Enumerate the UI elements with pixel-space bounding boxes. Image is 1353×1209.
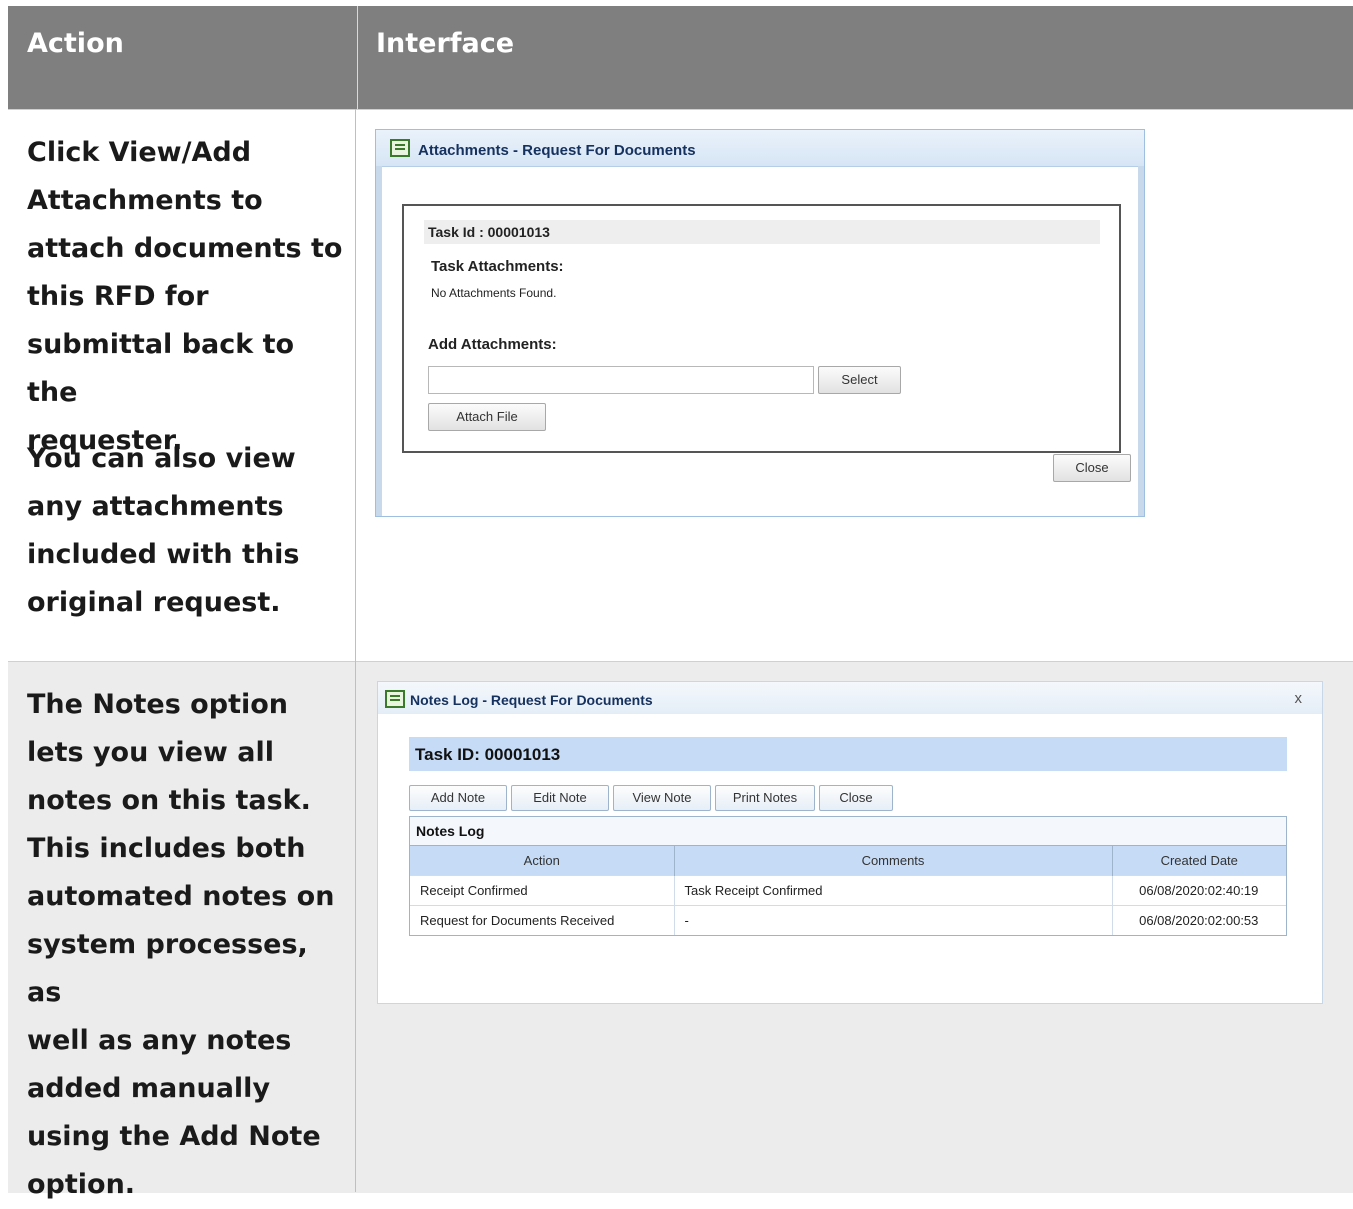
column-header-created-date[interactable]: Created Date [1112, 846, 1286, 876]
action-line: option. [27, 1169, 136, 1200]
action-line: lets you view all [27, 737, 274, 768]
action-line: attach documents to [27, 233, 343, 264]
column-header-comments[interactable]: Comments [674, 846, 1113, 876]
attach-file-button[interactable]: Attach File [428, 403, 546, 431]
header-cell-action: Action [8, 6, 355, 109]
window-icon [385, 690, 405, 708]
table-row[interactable]: Request for Documents Received - 06/08/2… [410, 905, 1286, 935]
action-line: using the Add Note [27, 1121, 321, 1152]
action-line: Click View/Add [27, 137, 252, 168]
action-line: Attachments to [27, 185, 263, 216]
action-line: this RFD for [27, 281, 209, 312]
cell-created-date: 06/08/2020:02:00:53 [1112, 905, 1286, 935]
header-interface-label: Interface [376, 28, 515, 59]
cell-created-date: 06/08/2020:02:40:19 [1112, 875, 1286, 906]
dialog-titlebar: Attachments - Request For Documents [376, 130, 1144, 167]
file-path-input[interactable] [428, 366, 814, 394]
action-line: system processes, as [27, 929, 308, 1008]
no-attachments-text: No Attachments Found. [431, 286, 557, 300]
task-id-label: Task Id : 00001013 [428, 224, 550, 240]
action-line: added manually [27, 1073, 271, 1104]
action-line: automated notes on [27, 881, 335, 912]
header-action-label: Action [27, 28, 124, 59]
cell-action: Receipt Confirmed [410, 875, 675, 906]
cell-action: Request for Documents Received [410, 905, 675, 935]
table-header: Action Interface [8, 6, 1353, 109]
task-id-label: Task ID: 00001013 [415, 745, 561, 764]
task-attachments-label: Task Attachments: [431, 258, 564, 275]
dialog-titlebar: Notes Log - Request For Documents x [378, 682, 1322, 714]
select-button[interactable]: Select [818, 366, 901, 394]
window-icon [390, 139, 410, 157]
action-line: any attachments [27, 491, 284, 522]
cell-comments: - [674, 905, 1113, 935]
task-id-bar: Task Id : 00001013 [424, 220, 1100, 244]
close-icon[interactable]: x [1295, 690, 1303, 707]
dialog-frame-right [1138, 166, 1144, 516]
column-divider [355, 109, 356, 1192]
row1-action-text-2: You can also view any attachments includ… [27, 435, 347, 627]
attachments-dialog: Attachments - Request For Documents Task… [375, 129, 1145, 517]
close-button[interactable]: Close [819, 785, 893, 811]
print-notes-button[interactable]: Print Notes [715, 785, 815, 811]
action-line: This includes both [27, 833, 306, 864]
header-cell-interface: Interface [357, 6, 1353, 109]
action-line: The Notes option [27, 689, 288, 720]
instruction-table: Action Interface Click View/Add Attachme… [8, 6, 1353, 1200]
dialog-frame-left [376, 166, 382, 516]
view-note-button[interactable]: View Note [613, 785, 711, 811]
column-header-action[interactable]: Action [410, 846, 675, 876]
dialog-title: Attachments - Request For Documents [418, 142, 696, 159]
task-id-bar: Task ID: 00001013 [409, 737, 1287, 771]
row2-action-text: The Notes option lets you view all notes… [27, 681, 347, 1209]
action-line: included with this [27, 539, 300, 570]
dialog-title: Notes Log - Request For Documents [410, 692, 653, 708]
edit-note-button[interactable]: Edit Note [511, 785, 609, 811]
action-line: submittal back to the [27, 329, 295, 408]
notes-log-dialog: Notes Log - Request For Documents x Task… [377, 681, 1323, 1004]
close-button[interactable]: Close [1053, 454, 1131, 482]
action-line: You can also view [27, 443, 296, 474]
action-line: original request. [27, 587, 281, 618]
action-line: well as any notes [27, 1025, 292, 1056]
cell-comments: Task Receipt Confirmed [674, 875, 1113, 906]
action-line: notes on this task. [27, 785, 311, 816]
add-attachments-label: Add Attachments: [428, 336, 557, 353]
row1-action-text: Click View/Add Attachments to attach doc… [27, 129, 347, 465]
add-note-button[interactable]: Add Note [409, 785, 507, 811]
table-row[interactable]: Receipt Confirmed Task Receipt Confirmed… [410, 875, 1286, 906]
attachments-panel: Task Id : 00001013 Task Attachments: No … [402, 204, 1121, 453]
table-header-row: Action Comments Created Date [410, 846, 1286, 876]
notes-log-table: Notes Log Action Comments Created Date R… [409, 816, 1287, 936]
table-caption: Notes Log [410, 817, 1286, 846]
